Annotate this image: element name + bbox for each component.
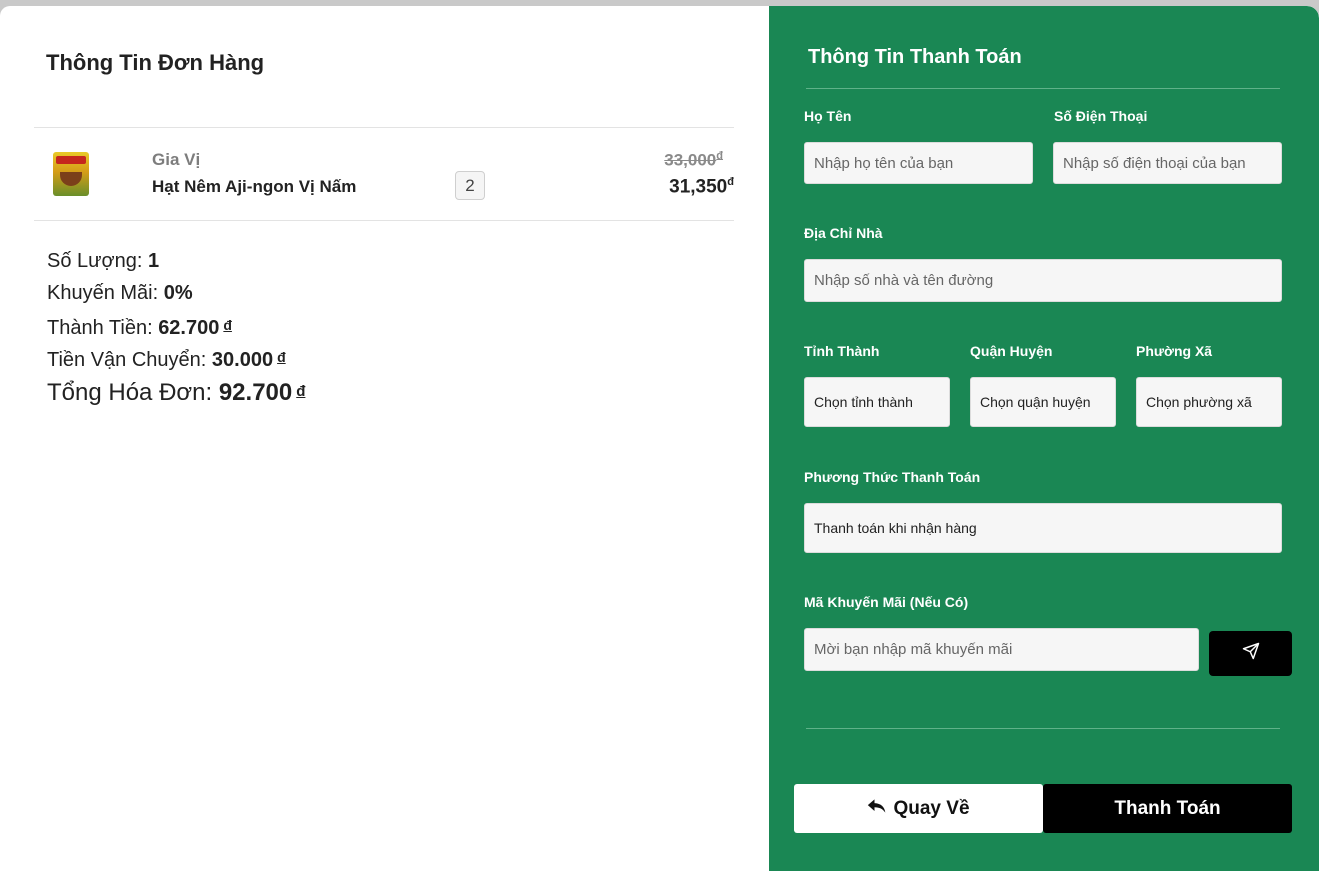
divider bbox=[34, 220, 734, 221]
product-category: Gia Vị bbox=[152, 150, 201, 169]
ward-select[interactable]: Chọn phường xã bbox=[1136, 377, 1282, 427]
phone-input[interactable]: Nhập số điện thoại của bạn bbox=[1053, 142, 1282, 184]
payment-panel: Thông Tin Thanh Toán Họ Tên Nhập họ tên … bbox=[769, 6, 1319, 871]
divider bbox=[806, 728, 1280, 729]
back-button[interactable]: Quay Về bbox=[794, 784, 1043, 833]
summary-total: Tổng Hóa Đơn: 92.700 đ bbox=[47, 379, 306, 406]
submit-payment-button[interactable]: Thanh Toán bbox=[1043, 784, 1292, 833]
send-icon bbox=[1242, 642, 1260, 665]
divider bbox=[34, 127, 734, 128]
product-image bbox=[53, 152, 89, 196]
reply-arrow-icon bbox=[867, 797, 887, 821]
divider bbox=[806, 88, 1280, 89]
district-label: Quận Huyện bbox=[970, 343, 1053, 359]
ward-label: Phường Xã bbox=[1136, 343, 1213, 359]
address-label: Địa Chỉ Nhà bbox=[804, 225, 883, 241]
payment-title: Thông Tin Thanh Toán bbox=[808, 46, 1022, 68]
phone-label: Số Điện Thoại bbox=[1054, 108, 1148, 124]
summary-quantity: Số Lượng: 1 bbox=[47, 250, 160, 272]
product-name: Hạt Nêm Aji-ngon Vị Nấm bbox=[152, 177, 357, 196]
product-quantity-badge: 2 bbox=[455, 171, 485, 200]
payment-method-select[interactable]: Thanh toán khi nhận hàng bbox=[804, 503, 1282, 553]
address-input[interactable]: Nhập số nhà và tên đường bbox=[804, 259, 1282, 302]
name-label: Họ Tên bbox=[804, 108, 852, 124]
checkout-card: Thông Tin Đơn Hàng Gia Vị Hạt Nêm Aji-ng… bbox=[0, 6, 1319, 871]
summary-promotion: Khuyến Mãi: 0% bbox=[47, 282, 193, 304]
product-price-new: 31,350đ bbox=[669, 176, 734, 198]
order-title: Thông Tin Đơn Hàng bbox=[46, 50, 265, 75]
summary-shipping: Tiền Vận Chuyển: 30.000 đ bbox=[47, 349, 286, 371]
promo-code-label: Mã Khuyến Mãi (Nếu Có) bbox=[804, 594, 969, 610]
payment-method-label: Phương Thức Thanh Toán bbox=[804, 469, 981, 485]
summary-subtotal: Thành Tiền: 62.700 đ bbox=[47, 317, 232, 339]
product-price-old: 33,000đ bbox=[664, 150, 723, 170]
apply-promo-button[interactable] bbox=[1209, 631, 1292, 676]
province-label: Tỉnh Thành bbox=[804, 343, 880, 359]
district-select[interactable]: Chọn quận huyện bbox=[970, 377, 1116, 427]
promo-code-input[interactable]: Mời bạn nhập mã khuyến mãi bbox=[804, 628, 1199, 671]
province-select[interactable]: Chọn tỉnh thành bbox=[804, 377, 950, 427]
order-summary: Số Lượng: 1 Khuyến Mãi: 0% Thành Tiền: 6… bbox=[47, 247, 305, 411]
name-input[interactable]: Nhập họ tên của bạn bbox=[804, 142, 1033, 184]
